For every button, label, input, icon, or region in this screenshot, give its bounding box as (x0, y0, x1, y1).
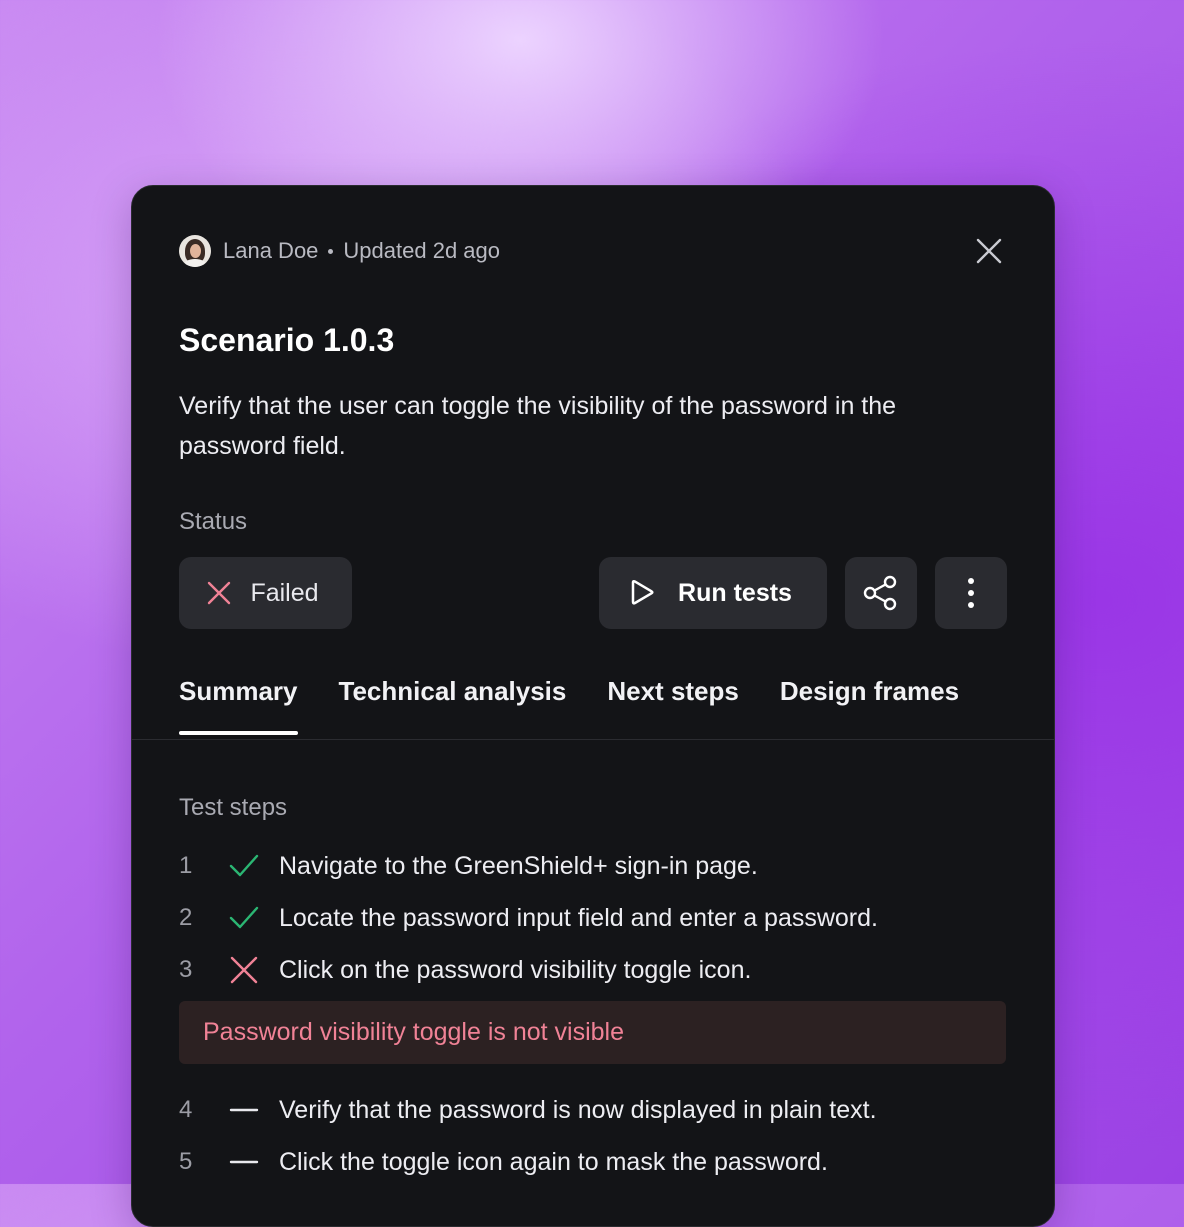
run-tests-button[interactable]: Run tests (599, 557, 827, 629)
scenario-card: Lana Doe Updated 2d ago Scenario 1.0.3 V… (131, 185, 1055, 1227)
close-icon (208, 581, 231, 605)
tab-next-steps[interactable]: Next steps (607, 676, 739, 719)
scenario-description: Verify that the user can toggle the visi… (179, 392, 897, 460)
test-step: 2 Locate the password input field and en… (179, 898, 878, 938)
close-icon (976, 238, 1002, 264)
check-icon (229, 854, 259, 877)
author-name: Lana Doe (223, 238, 319, 263)
tab-divider (132, 739, 1054, 740)
step-number: 1 (179, 852, 193, 879)
step-number: 3 (179, 956, 193, 983)
scenario-title: Scenario 1.0.3 (179, 322, 395, 358)
test-step: 3 Click on the password visibility toggl… (179, 950, 751, 990)
run-tests-label: Run tests (678, 578, 792, 607)
step-number: 5 (179, 1148, 193, 1175)
share-icon (863, 575, 897, 611)
check-icon (229, 906, 259, 929)
status-badge[interactable]: Failed (179, 557, 352, 629)
tab-bar: Summary Technical analysis Next steps De… (179, 676, 959, 735)
avatar (179, 235, 211, 267)
step-text: Locate the password input field and ente… (279, 903, 878, 932)
more-options-button[interactable] (935, 557, 1007, 629)
step-text: Navigate to the GreenShield+ sign-in pag… (279, 851, 758, 880)
status-label: Status (179, 508, 248, 535)
more-vertical-icon (968, 578, 974, 608)
dash-icon (229, 1160, 259, 1164)
status-value: Failed (250, 578, 319, 607)
step-text: Click on the password visibility toggle … (279, 955, 752, 984)
test-steps-label: Test steps (179, 794, 288, 821)
meta-row: Lana Doe Updated 2d ago (179, 234, 500, 268)
tab-technical-analysis[interactable]: Technical analysis (339, 676, 567, 719)
step-number: 4 (179, 1096, 193, 1123)
step-text: Click the toggle icon again to mask the … (279, 1147, 828, 1176)
tab-design-frames[interactable]: Design frames (780, 676, 959, 719)
share-button[interactable] (845, 557, 917, 629)
separator-dot (328, 248, 334, 254)
test-step: 4 Verify that the password is now displa… (179, 1090, 877, 1130)
dash-icon (229, 1108, 259, 1112)
play-icon (631, 579, 654, 605)
updated-timestamp: Updated 2d ago (343, 238, 500, 263)
test-step: 1 Navigate to the GreenShield+ sign-in p… (179, 846, 758, 886)
step-text: Verify that the password is now displaye… (279, 1095, 877, 1124)
test-step: 5 Click the toggle icon again to mask th… (179, 1142, 828, 1182)
close-button[interactable] (974, 236, 1004, 266)
tab-summary[interactable]: Summary (179, 676, 298, 735)
step-number: 2 (179, 904, 193, 931)
error-message: Password visibility toggle is not visibl… (179, 1001, 1006, 1064)
fail-x-icon (230, 956, 258, 984)
